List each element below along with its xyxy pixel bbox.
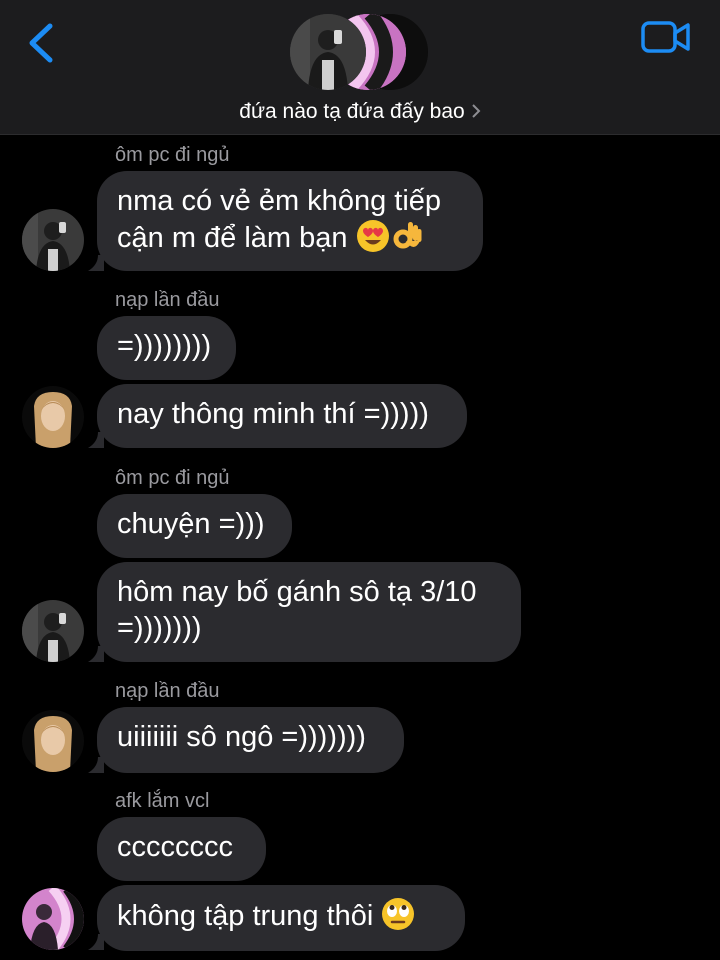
message-bubble[interactable]: chuyện =))) <box>97 494 292 558</box>
message-text: không tập trung thôi <box>117 900 374 932</box>
eye-roll-emoji <box>381 897 415 940</box>
group-avatar[interactable] <box>290 14 430 94</box>
video-call-button[interactable] <box>640 18 692 56</box>
bubble-tail <box>88 255 104 271</box>
group-name[interactable]: đứa nào tạ đứa đấy bao <box>0 100 720 125</box>
bubble-tail <box>88 432 104 448</box>
message-text: cận m để làm bạn <box>117 222 348 254</box>
message-bubble[interactable]: cccccccc <box>97 817 266 881</box>
sender-avatar[interactable] <box>22 888 84 950</box>
sender-name: afk lắm vcl <box>115 790 210 812</box>
sender-name: nạp lần đầu <box>115 680 220 702</box>
message-text: nay thông minh thí =))))) <box>117 398 429 430</box>
video-camera-icon <box>641 21 690 53</box>
chevron-left-icon <box>29 23 53 63</box>
sender-name: ôm pc đi ngủ <box>115 144 230 166</box>
sender-avatar[interactable] <box>22 710 84 772</box>
back-button[interactable] <box>22 18 62 68</box>
message-bubble[interactable]: nay thông minh thí =))))) <box>97 384 467 448</box>
sender-name: ôm pc đi ngủ <box>115 467 230 489</box>
message-bubble[interactable]: không tập trung thôi <box>97 885 465 951</box>
ok-hand-emoji <box>390 219 424 262</box>
message-bubble[interactable]: hôm nay bố gánh sô tạ 3/10 =))))))) <box>97 562 521 662</box>
bubble-tail <box>88 646 104 662</box>
message-bubble[interactable]: uiiiiiii sô ngô =))))))) <box>97 707 404 773</box>
sender-name: nạp lần đầu <box>115 289 220 311</box>
message-text: chuyện =))) <box>117 508 265 540</box>
message-text: =))))))) <box>117 612 202 644</box>
message-text: cccccccc <box>117 831 233 863</box>
message-text: =)))))))) <box>117 330 212 362</box>
message-bubble[interactable]: =)))))))) <box>97 316 236 380</box>
group-name-label: đứa nào tạ đứa đấy bao <box>239 100 465 123</box>
message-text: uiiiiiii sô ngô =))))))) <box>117 721 366 753</box>
chat-header: đứa nào tạ đứa đấy bao <box>0 0 720 135</box>
member-photo <box>290 14 366 90</box>
message-bubble[interactable]: nma có vẻ ẻm không tiếp cận m để làm bạn <box>97 171 483 271</box>
sender-avatar[interactable] <box>22 386 84 448</box>
bubble-tail <box>88 757 104 773</box>
sender-avatar[interactable] <box>22 209 84 271</box>
message-text: hôm nay bố gánh sô tạ 3/10 <box>117 576 477 608</box>
bubble-tail <box>88 934 104 950</box>
message-text: nma có vẻ ẻm không tiếp <box>117 185 442 217</box>
sender-avatar[interactable] <box>22 600 84 662</box>
heart-eyes-emoji <box>356 219 390 262</box>
chevron-right-icon <box>471 101 481 125</box>
